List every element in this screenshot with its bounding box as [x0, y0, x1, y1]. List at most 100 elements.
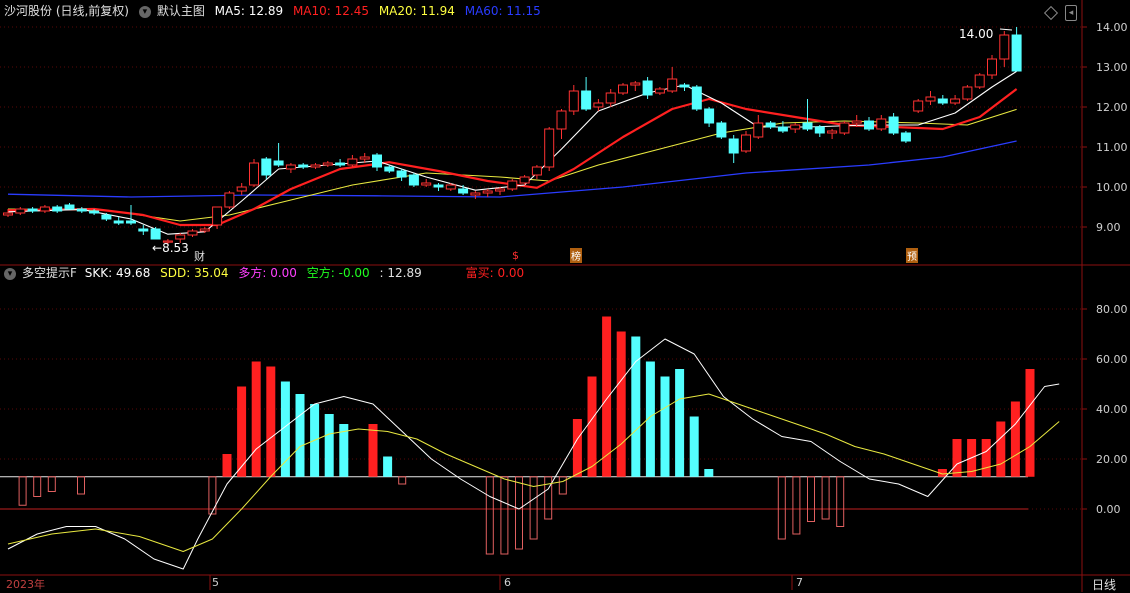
candle-body: [888, 116, 899, 134]
moving-average-lines: [7, 70, 1018, 235]
event-marker-dollar[interactable]: $: [512, 249, 519, 262]
candle-body: [470, 192, 481, 196]
ma10-line: [7, 88, 1018, 227]
candle-body: [27, 208, 38, 212]
indicator-bar-negative: [208, 476, 217, 515]
chart-canvas: 14.0013.0012.0011.0010.009.0080.0060.004…: [0, 0, 1130, 592]
candle-body: [937, 98, 948, 104]
candle-body: [765, 122, 776, 128]
indicator-bar: [572, 419, 582, 477]
indicator-bar: [1025, 369, 1035, 477]
candle-body: [827, 130, 838, 134]
indicator-name[interactable]: 多空提示F: [22, 266, 77, 280]
ind-tick-label: 60.00: [1096, 353, 1128, 366]
indicator-bar: [996, 421, 1006, 477]
close-readout: : 12.89: [379, 266, 422, 280]
candle-body: [544, 128, 555, 168]
candle-body: [925, 96, 936, 102]
candle-body: [630, 82, 641, 86]
candle-body: [249, 162, 259, 186]
candle-body: [642, 80, 653, 96]
candle-body: [716, 122, 727, 138]
candle-body: [285, 164, 296, 170]
high-price-label: 14.00: [959, 27, 994, 41]
candle-body: [507, 180, 518, 190]
indicator-bar-negative: [500, 476, 509, 555]
candle-body: [790, 124, 801, 130]
candle-body: [950, 98, 961, 104]
template-dropdown-icon[interactable]: ▾: [138, 5, 151, 18]
indicator-bar-negative: [807, 476, 815, 522]
period-label[interactable]: 日线: [1092, 576, 1116, 593]
indicator-bar-negative: [515, 476, 523, 550]
candle-body: [814, 126, 825, 134]
candle-body: [261, 158, 272, 176]
indicator-header: ▾ 多空提示F SKK: 49.68 SDD: 35.04 多方: 0.00 空方…: [4, 264, 530, 282]
indicator-bar-negative: [47, 476, 56, 492]
ind-tick-label: 0.00: [1096, 503, 1121, 516]
indicator-bar: [295, 394, 305, 477]
indicator-bar-negative: [836, 476, 845, 527]
indicator-bar: [631, 336, 641, 477]
candle-body: [531, 166, 542, 176]
candle-body: [568, 90, 579, 112]
indicator-bar-negative: [398, 476, 407, 485]
candle-body: [433, 184, 444, 188]
candle-body: [39, 206, 50, 212]
candle-body: [753, 122, 764, 138]
ma10-readout: MA10: 12.45: [292, 4, 369, 18]
candle-body: [322, 162, 333, 166]
candlesticks: [3, 27, 1022, 246]
candle-body: [728, 138, 739, 154]
indicator-dropdown-icon[interactable]: ▾: [4, 267, 16, 280]
indicator-bar: [675, 369, 685, 477]
date-label-june: 6: [504, 576, 511, 589]
template-label[interactable]: 默认主图: [157, 4, 205, 18]
candle-body: [359, 156, 370, 160]
skk-line: [7, 338, 1060, 570]
indicator-bar: [660, 376, 670, 477]
ind-tick-label: 80.00: [1096, 303, 1128, 316]
price-tick-label: 9.00: [1096, 221, 1121, 234]
indicator-bar: [251, 361, 261, 477]
event-marker-yu[interactable]: 预: [906, 248, 918, 263]
candle-body: [581, 90, 592, 110]
indicator-bar-negative: [558, 476, 567, 495]
candle-body: [900, 132, 911, 142]
candle-body: [408, 174, 419, 186]
indicator-bar: [587, 376, 597, 477]
candle-body: [864, 120, 874, 130]
candle-body: [113, 220, 124, 224]
ind-tick-label: 40.00: [1096, 403, 1128, 416]
event-marker-bang[interactable]: 榜: [570, 248, 582, 263]
date-label-july: 7: [796, 576, 803, 589]
event-marker-cai[interactable]: 财: [194, 248, 205, 264]
candle-body: [1011, 34, 1022, 72]
maimai-readout: 富买: 0.00: [465, 266, 525, 280]
candle-body: [396, 170, 407, 178]
candle-body: [556, 110, 567, 130]
indicator-bar: [704, 469, 714, 477]
candle-body: [839, 122, 850, 134]
indicator-bar-negative: [821, 476, 830, 520]
indicator-bar-negative: [485, 476, 494, 555]
expand-icon[interactable]: ◂: [1065, 5, 1077, 21]
indicator-bar-negative: [777, 476, 786, 540]
ind-tick-label: 20.00: [1096, 453, 1128, 466]
candle-body: [679, 84, 690, 88]
candle-body: [519, 176, 530, 184]
candle-body: [876, 118, 887, 130]
indicator-bar-negative: [77, 476, 85, 495]
candle-body: [802, 122, 813, 130]
ma5-readout: MA5: 12.89: [214, 4, 284, 18]
indicator-bar: [266, 366, 276, 477]
candle-body: [335, 162, 346, 166]
candle-body: [704, 108, 715, 124]
indicator-bar: [616, 331, 626, 477]
candle-body: [212, 206, 223, 226]
indicator-bar: [383, 456, 393, 477]
candle-body: [89, 210, 100, 214]
stock-title: 沙河股份 (日线,前复权): [4, 4, 129, 18]
candle-body: [138, 228, 149, 232]
sdd-line: [7, 393, 1060, 552]
